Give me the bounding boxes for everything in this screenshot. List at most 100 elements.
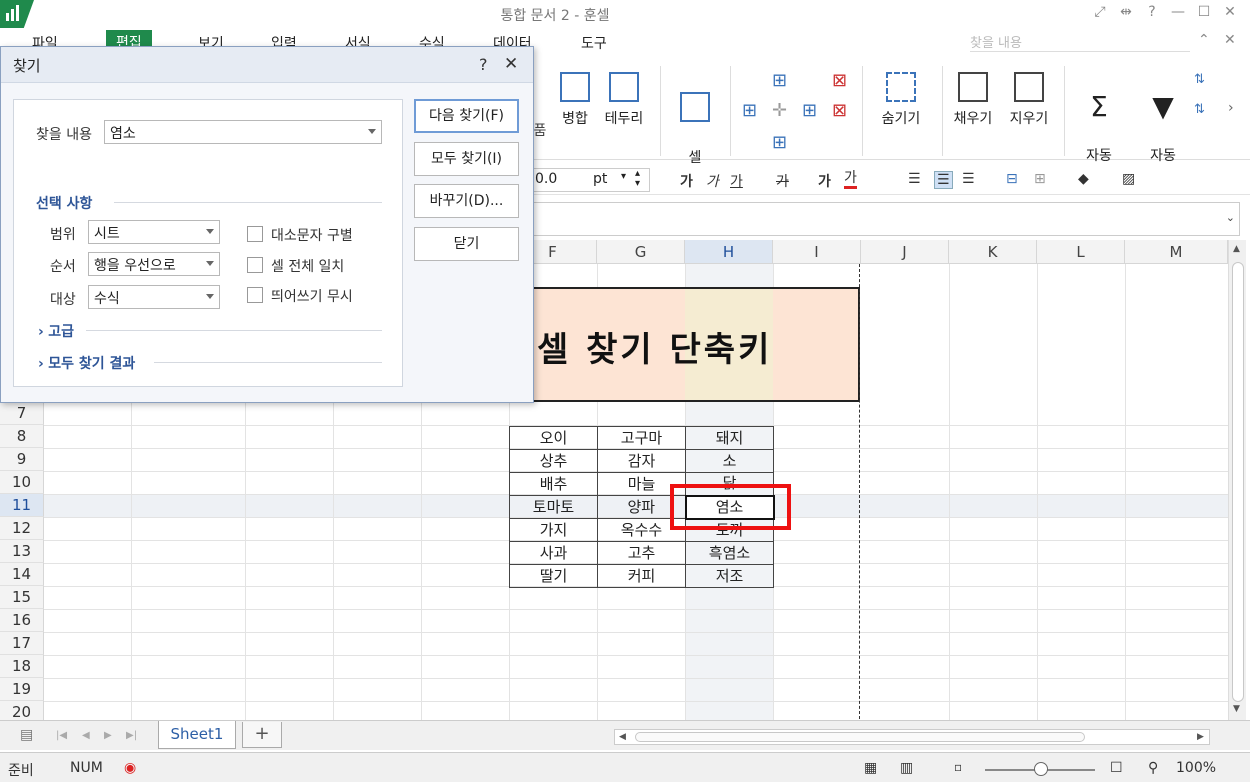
strikethrough-icon[interactable]: 가 xyxy=(776,171,789,191)
last-sheet-icon[interactable]: ▶| xyxy=(126,730,137,741)
row-header-17[interactable]: 17 xyxy=(0,632,44,655)
font-color-icon[interactable]: 가 xyxy=(844,171,857,189)
table-cell[interactable]: 감자 xyxy=(597,449,686,473)
col-header-l[interactable]: L xyxy=(1037,240,1125,264)
order-select[interactable]: 행을 우선으로 xyxy=(88,252,220,276)
table-cell[interactable]: 배추 xyxy=(509,472,598,496)
col-header-h[interactable]: H xyxy=(685,240,773,264)
table-cell[interactable]: 오이 xyxy=(509,426,598,450)
border-button[interactable]: 테두리 xyxy=(600,72,648,128)
scroll-down-icon[interactable]: ▼ xyxy=(1233,704,1240,714)
help-icon[interactable]: ? xyxy=(1144,4,1160,20)
horizontal-scrollbar[interactable]: ◀ ▶ xyxy=(614,729,1210,745)
col-header-i[interactable]: I xyxy=(773,240,861,264)
table-cell[interactable]: 소 xyxy=(685,449,774,473)
dialog-help-icon[interactable]: ? xyxy=(479,55,488,74)
find-all-button[interactable]: 모두 찾기(I) xyxy=(414,142,519,176)
close-window-icon[interactable]: ✕ xyxy=(1222,4,1238,20)
row-header-14[interactable]: 14 xyxy=(0,563,44,586)
fullscreen-icon[interactable]: ⤢ xyxy=(1092,4,1108,20)
insert-row-above-icon[interactable]: ⊞ xyxy=(772,70,787,91)
merge-center-icon[interactable]: ⊟ xyxy=(1006,171,1018,187)
add-sheet-icon[interactable]: + xyxy=(242,722,282,748)
row-header-13[interactable]: 13 xyxy=(0,540,44,563)
insert-col-right-icon[interactable]: ⊞ xyxy=(802,100,817,121)
sort-desc-icon[interactable]: ⇅ xyxy=(1194,102,1205,117)
scroll-right-icon[interactable]: ▶ xyxy=(1197,732,1204,742)
col-header-j[interactable]: J xyxy=(861,240,949,264)
fill-color-icon[interactable]: ◆ xyxy=(1078,171,1089,187)
find-all-results-expander[interactable]: › 모두 찾기 결과 xyxy=(38,353,135,373)
close-button[interactable]: 닫기 xyxy=(414,227,519,261)
table-cell[interactable]: 토마토 xyxy=(509,495,598,519)
zoom-level[interactable]: 100% xyxy=(1176,760,1216,776)
delete-col-icon[interactable]: ⊠ xyxy=(832,100,847,121)
table-cell[interactable]: 고추 xyxy=(597,541,686,565)
zoom-slider-knob[interactable] xyxy=(1034,762,1048,776)
ignore-space-checkbox[interactable] xyxy=(247,287,263,303)
size-stepper-icon[interactable]: ▴ ▾ xyxy=(635,169,640,189)
minimize-icon[interactable]: — xyxy=(1170,4,1186,20)
sheet-list-icon[interactable]: ▤ xyxy=(20,727,33,743)
zoom-out-icon[interactable]: ▫ xyxy=(954,760,962,774)
table-cell[interactable]: 고구마 xyxy=(597,426,686,450)
ribbon-collapse-icon[interactable]: ⌃ xyxy=(1198,32,1210,48)
unit-dropdown-icon[interactable]: ▾ xyxy=(621,171,626,182)
page-view-icon[interactable]: ▥ xyxy=(900,760,913,776)
bold-icon[interactable]: 가 xyxy=(680,171,693,191)
fill-button[interactable]: 채우기 xyxy=(948,72,998,128)
table-cell[interactable]: 돼지 xyxy=(685,426,774,450)
vertical-scrollbar[interactable]: ▲ ▼ xyxy=(1228,240,1246,720)
insert-cell-icon[interactable]: ✛ xyxy=(772,100,787,121)
align-right-icon[interactable]: ☰ xyxy=(962,171,975,187)
col-header-k[interactable]: K xyxy=(949,240,1037,264)
sort-asc-icon[interactable]: ⇅ xyxy=(1194,72,1205,87)
target-select[interactable]: 수식 xyxy=(88,285,220,309)
italic-icon[interactable]: 가 xyxy=(706,171,719,191)
whole-cell-checkbox[interactable] xyxy=(247,257,263,273)
table-cell[interactable]: 흑염소 xyxy=(685,541,774,565)
clear-button[interactable]: 지우기 xyxy=(1004,72,1054,128)
row-header-9[interactable]: 9 xyxy=(0,448,44,471)
formula-expand-icon[interactable]: ⌄ xyxy=(1226,211,1235,224)
align-center-icon[interactable]: ☰ xyxy=(934,171,953,189)
table-cell[interactable]: 커피 xyxy=(597,564,686,588)
split-icon[interactable]: ⇹ xyxy=(1118,4,1134,20)
sheet-title-cell[interactable]: 셀 찾기 단축키 xyxy=(509,287,860,402)
sheet-tab-sheet1[interactable]: Sheet1 xyxy=(158,721,236,749)
borders-icon[interactable]: ⊞ xyxy=(1034,171,1046,187)
dialog-close-icon[interactable]: ✕ xyxy=(504,54,518,74)
chevron-down-icon[interactable] xyxy=(206,229,214,234)
ribbon-close-icon[interactable]: ✕ xyxy=(1224,32,1236,48)
row-header-18[interactable]: 18 xyxy=(0,655,44,678)
find-next-button[interactable]: 다음 찾기(F) xyxy=(414,99,519,133)
ribbon-more-icon[interactable]: › xyxy=(1228,100,1234,116)
horizontal-scroll-thumb[interactable] xyxy=(635,732,1085,742)
row-header-8[interactable]: 8 xyxy=(0,425,44,448)
shadow-font-icon[interactable]: 가 xyxy=(818,171,831,191)
find-input[interactable]: 염소 xyxy=(104,120,382,144)
menu-search-input[interactable]: 찾을 내용 xyxy=(970,32,1190,52)
record-macro-icon[interactable]: ◉ xyxy=(124,760,136,776)
merge-button[interactable]: 병합 xyxy=(555,72,595,128)
col-header-g[interactable]: G xyxy=(597,240,685,264)
row-header-12[interactable]: 12 xyxy=(0,517,44,540)
row-header-10[interactable]: 10 xyxy=(0,471,44,494)
chevron-down-icon[interactable] xyxy=(368,129,376,134)
formula-input[interactable]: ⌄ xyxy=(530,202,1240,236)
row-header-20[interactable]: 20 xyxy=(0,701,44,720)
pattern-icon[interactable]: ▨ xyxy=(1122,171,1135,187)
insert-row-below-icon[interactable]: ⊞ xyxy=(772,132,787,153)
first-sheet-icon[interactable]: |◀ xyxy=(56,730,67,741)
scroll-left-icon[interactable]: ◀ xyxy=(619,732,626,742)
normal-view-icon[interactable]: ▦ xyxy=(864,760,877,776)
vertical-scroll-thumb[interactable] xyxy=(1232,262,1244,702)
row-header-19[interactable]: 19 xyxy=(0,678,44,701)
insert-col-left-icon[interactable]: ⊞ xyxy=(742,100,757,121)
row-header-15[interactable]: 15 xyxy=(0,586,44,609)
underline-icon[interactable]: 가 xyxy=(730,171,743,191)
advanced-expander[interactable]: › 고급 xyxy=(38,321,74,341)
table-cell[interactable]: 가지 xyxy=(509,518,598,542)
table-cell[interactable]: 상추 xyxy=(509,449,598,473)
align-left-icon[interactable]: ☰ xyxy=(908,171,921,187)
